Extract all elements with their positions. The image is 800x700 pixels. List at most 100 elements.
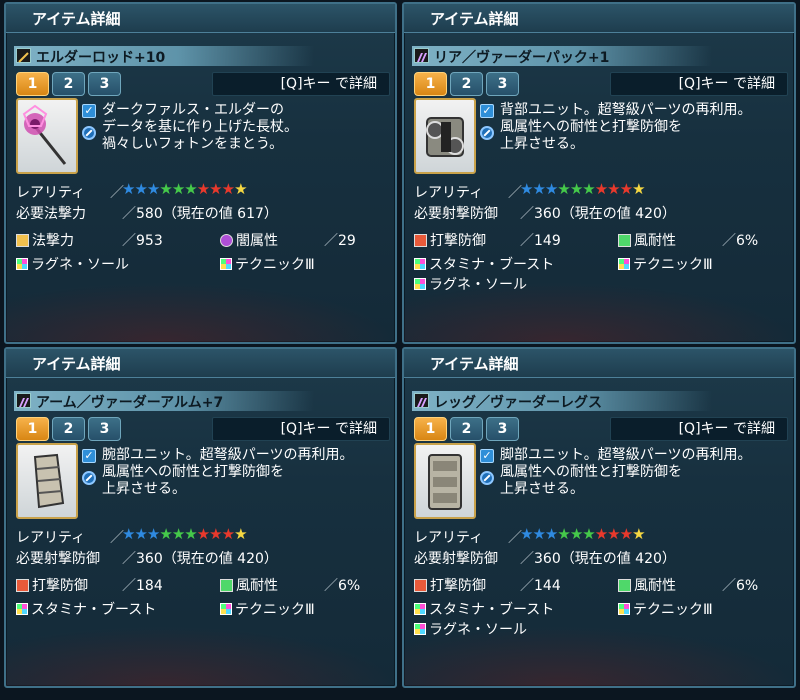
stat1-value-row: ／144 bbox=[520, 578, 561, 594]
tab-1[interactable]: 1 bbox=[16, 72, 49, 96]
rarity-star-icon: ★ bbox=[594, 180, 608, 198]
tab-1[interactable]: 1 bbox=[414, 72, 447, 96]
rarity-star-icon: ★ bbox=[619, 525, 633, 543]
rarity-label: レアリティ bbox=[414, 185, 484, 201]
tab-3[interactable]: 3 bbox=[486, 72, 519, 96]
tab-3[interactable]: 3 bbox=[88, 417, 121, 441]
stat2-row: 風耐性 bbox=[220, 575, 278, 595]
rarity-star-icon: ★ bbox=[196, 180, 210, 198]
requirement-label: 必要射撃防御 bbox=[414, 551, 498, 567]
arm-category-icon bbox=[16, 393, 31, 408]
requirement-label: 必要法撃力 bbox=[16, 206, 86, 222]
leg-unit-icon bbox=[414, 443, 476, 519]
stat1-label: 打撃防御 bbox=[430, 578, 486, 594]
rarity-star-icon: ★ bbox=[569, 180, 583, 198]
tab-3[interactable]: 3 bbox=[88, 72, 121, 96]
rarity-star-icon: ★ bbox=[619, 180, 633, 198]
rarity-label: レアリティ bbox=[16, 530, 86, 546]
equipped-check-icon: ✓ bbox=[82, 104, 96, 118]
detail-button[interactable]: [Q]キー で詳細 bbox=[212, 72, 390, 96]
panel-title-bar: アイテム詳細 bbox=[404, 4, 794, 33]
requirement-value-row: ／360（現在の値 420） bbox=[520, 551, 676, 567]
stat2-value-row: ／6% bbox=[722, 578, 759, 594]
stat2-value-row: ／6% bbox=[722, 233, 759, 249]
requirement-value: 580（現在の値 617） bbox=[136, 206, 278, 222]
tab-2[interactable]: 2 bbox=[52, 72, 85, 96]
rarity-star-icon: ★ bbox=[632, 525, 645, 543]
rarity-star-icon: ★ bbox=[134, 180, 147, 198]
rarity-star-icon: ★ bbox=[171, 180, 185, 198]
ability-2-label: テクニックⅢ bbox=[633, 257, 713, 273]
no-trade-icon bbox=[480, 471, 494, 485]
rarity-star-icon: ★ bbox=[122, 525, 135, 543]
ability-icon bbox=[220, 603, 232, 615]
leg-category-icon bbox=[414, 393, 429, 408]
item-name: レッグ／ヴァーダーレグス bbox=[434, 395, 602, 411]
item-detail-panel-3: アイテム詳細 アーム／ヴァーダーアルム+7 1 2 3 [Q]キー で詳細 ✓ … bbox=[4, 347, 397, 688]
panel-title: アイテム詳細 bbox=[430, 10, 519, 28]
ability-icon bbox=[16, 603, 28, 615]
stat2-label: 闇属性 bbox=[236, 233, 278, 249]
ability-3: ラグネ・ソール bbox=[414, 274, 527, 294]
stat2-row: 闇属性 bbox=[220, 230, 278, 250]
item-name: リア／ヴァーダーパック+1 bbox=[434, 50, 610, 66]
no-trade-icon bbox=[82, 126, 96, 140]
stat1-value: 144 bbox=[534, 578, 561, 594]
stat2-label: 風耐性 bbox=[236, 578, 278, 594]
stat1-value: 953 bbox=[136, 233, 163, 249]
rarity-star-icon: ★ bbox=[234, 525, 247, 543]
item-detail-panel-2: アイテム詳細 リア／ヴァーダーパック+1 1 2 3 [Q]キー で詳細 ✓ 背… bbox=[402, 2, 796, 344]
detail-button[interactable]: [Q]キー で詳細 bbox=[610, 417, 788, 441]
tab-2[interactable]: 2 bbox=[450, 72, 483, 96]
stat1-value: 184 bbox=[136, 578, 163, 594]
rarity-star-icon: ★ bbox=[544, 180, 558, 198]
ability-icon bbox=[414, 278, 426, 290]
rod-category-icon bbox=[16, 48, 31, 63]
rod-icon bbox=[16, 98, 78, 174]
requirement-value: 360（現在の値 420） bbox=[136, 551, 278, 567]
rear-category-icon bbox=[414, 48, 429, 63]
no-trade-icon bbox=[82, 471, 96, 485]
detail-button[interactable]: [Q]キー で詳細 bbox=[212, 417, 390, 441]
requirement-value-row: ／360（現在の値 420） bbox=[122, 551, 278, 567]
panel-title-bar: アイテム詳細 bbox=[404, 349, 794, 378]
ability-icon bbox=[220, 258, 232, 270]
stat1-label: 法撃力 bbox=[32, 233, 74, 249]
strike-defense-icon bbox=[414, 234, 427, 247]
requirement-value-row: ／360（現在の値 420） bbox=[520, 206, 676, 222]
rarity-star-icon: ★ bbox=[569, 525, 583, 543]
ability-2-label: テクニックⅢ bbox=[633, 602, 713, 618]
requirement-label: 必要射撃防御 bbox=[16, 551, 100, 567]
item-name-bar: リア／ヴァーダーパック+1 bbox=[412, 46, 712, 66]
ability-icon bbox=[618, 603, 630, 615]
tab-1[interactable]: 1 bbox=[414, 417, 447, 441]
rarity-star-icon: ★ bbox=[134, 525, 147, 543]
ability-1-label: スタミナ・ブースト bbox=[31, 602, 157, 618]
stat2-value: 6% bbox=[736, 233, 759, 249]
requirement-value: 360（現在の値 420） bbox=[534, 206, 676, 222]
rarity-star-icon: ★ bbox=[159, 180, 172, 198]
rarity-star-icon: ★ bbox=[184, 180, 197, 198]
item-description: 腕部ユニット。超弩級パーツの再利用。 風属性への耐性と打撃防御を 上昇させる。 bbox=[102, 447, 354, 497]
item-description: ダークファルス・エルダーの データを基に作り上げた長杖。 禍々しいフォトンをまと… bbox=[102, 102, 298, 152]
wind-resist-icon bbox=[618, 579, 631, 592]
stat2-value: 29 bbox=[338, 233, 356, 249]
tab-2[interactable]: 2 bbox=[52, 417, 85, 441]
panel-title: アイテム詳細 bbox=[430, 355, 519, 373]
tech-attack-icon bbox=[16, 234, 29, 247]
stat2-value: 6% bbox=[338, 578, 361, 594]
rarity-star-icon: ★ bbox=[582, 180, 595, 198]
tab-2[interactable]: 2 bbox=[450, 417, 483, 441]
rarity-star-icon: ★ bbox=[520, 180, 533, 198]
rarity-star-icon: ★ bbox=[146, 525, 160, 543]
rarity-star-icon: ★ bbox=[171, 525, 185, 543]
rarity-star-icon: ★ bbox=[582, 525, 595, 543]
item-description: 脚部ユニット。超弩級パーツの再利用。 風属性への耐性と打撃防御を 上昇させる。 bbox=[500, 447, 752, 497]
tab-1[interactable]: 1 bbox=[16, 417, 49, 441]
ability-icon bbox=[414, 603, 426, 615]
stat2-value-row: ／29 bbox=[324, 233, 356, 249]
stat2-label: 風耐性 bbox=[634, 233, 676, 249]
detail-button[interactable]: [Q]キー で詳細 bbox=[610, 72, 788, 96]
tab-3[interactable]: 3 bbox=[486, 417, 519, 441]
stat1-row: 法撃力 bbox=[16, 230, 74, 250]
